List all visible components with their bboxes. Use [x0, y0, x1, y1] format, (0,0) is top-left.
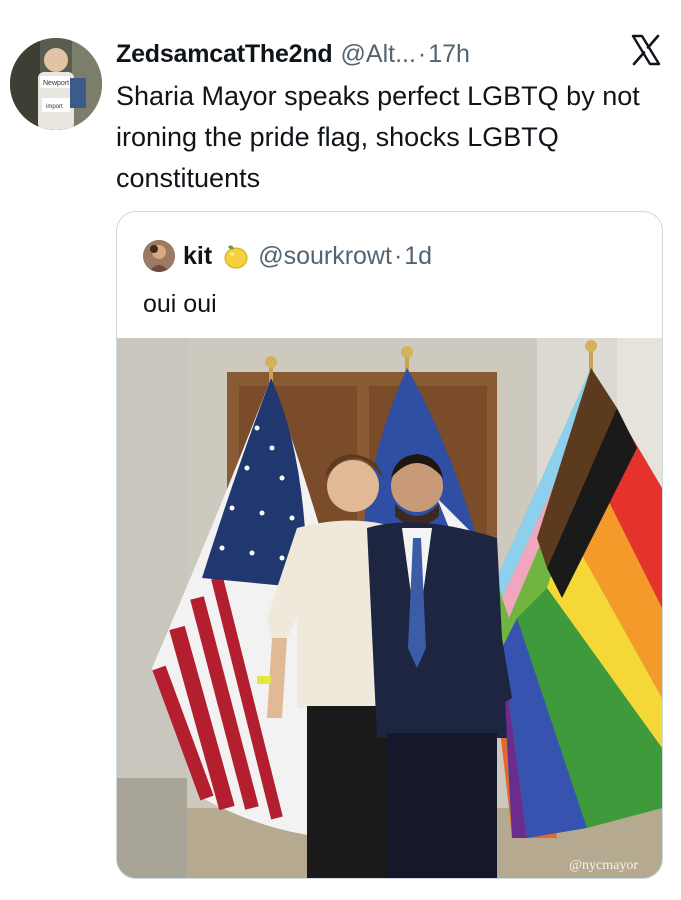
svg-text:Newport: Newport: [43, 80, 69, 87]
display-name[interactable]: ZedsamcatThe2nd: [116, 40, 333, 69]
quoted-separator-dot: ·: [393, 241, 403, 270]
tweet: Newport import ZedsamcatThe2nd @Alt... ·…: [0, 0, 681, 900]
user-avatar[interactable]: Newport import: [10, 38, 102, 130]
timestamp[interactable]: 17h: [428, 40, 470, 69]
quoted-tweet-photo[interactable]: @nycmayor: [117, 338, 662, 878]
quoted-timestamp[interactable]: 1d: [404, 242, 432, 271]
quoted-tweet[interactable]: kit @sourkrowt · 1d oui oui @nycmayor: [116, 211, 663, 879]
user-handle[interactable]: @Alt...: [341, 40, 416, 69]
photo-watermark: @nycmayor: [569, 858, 638, 873]
tweet-header: ZedsamcatThe2nd @Alt... · 17h: [116, 34, 661, 74]
quoted-display-name[interactable]: kit: [183, 242, 212, 271]
quoted-user-handle[interactable]: @sourkrowt: [258, 242, 392, 271]
tweet-text: Sharia Mayor speaks perfect LGBTQ by not…: [116, 81, 640, 193]
quoted-tweet-header: kit @sourkrowt · 1d: [143, 238, 432, 274]
lemon-icon: [220, 241, 250, 271]
quoted-avatar-icon: [143, 240, 175, 272]
photo-flags-scene-icon: [117, 338, 662, 878]
svg-text:import: import: [46, 104, 63, 110]
quoted-tweet-text: oui oui: [143, 290, 217, 318]
separator-dot: ·: [417, 39, 427, 68]
x-logo-icon[interactable]: [631, 34, 661, 66]
avatar-photo-icon: Newport import: [10, 38, 102, 130]
quoted-user-avatar[interactable]: [143, 240, 175, 272]
